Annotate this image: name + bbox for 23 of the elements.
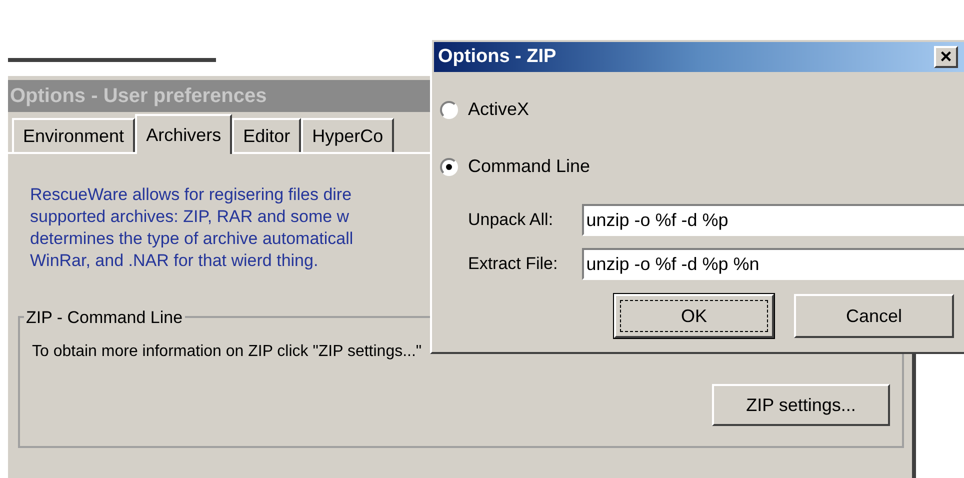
zip-settings-button[interactable]: ZIP settings... <box>712 384 890 426</box>
radio-button[interactable] <box>440 158 458 176</box>
tab[interactable]: Editor <box>232 118 302 152</box>
dialog-button[interactable]: Cancel <box>794 294 954 338</box>
dialog-title: Options - ZIP <box>438 44 556 69</box>
tab[interactable]: HyperCo <box>301 118 394 152</box>
description-text: RescueWare allows for regisering files dire <box>30 184 352 206</box>
close-button[interactable]: × <box>934 46 958 68</box>
tab[interactable]: Archivers <box>135 114 232 154</box>
field-label: Unpack All: <box>468 209 554 232</box>
radio-label[interactable]: ActiveX <box>468 96 530 123</box>
description-text: WinRar, and .NAR for that wierd thing. <box>30 250 318 272</box>
radio-button[interactable] <box>440 100 458 118</box>
input-field[interactable]: unzip -o %f -d %p %n <box>582 248 964 280</box>
field-label: Extract File: <box>468 253 559 276</box>
description-text: supported archives: ZIP, RAR and some w <box>30 206 350 228</box>
dialog-button[interactable]: OK <box>614 294 774 338</box>
radio-label[interactable]: Command Line <box>468 153 590 180</box>
input-field[interactable]: unzip -o %f -d %p <box>582 204 964 236</box>
window-title: Options - User preferences <box>10 84 267 109</box>
description-text: determines the type of archive automaticall <box>30 228 354 250</box>
tab[interactable]: Environment <box>12 118 136 152</box>
info-text: To obtain more information on ZIP click "ZIP settings..." <box>32 342 422 362</box>
